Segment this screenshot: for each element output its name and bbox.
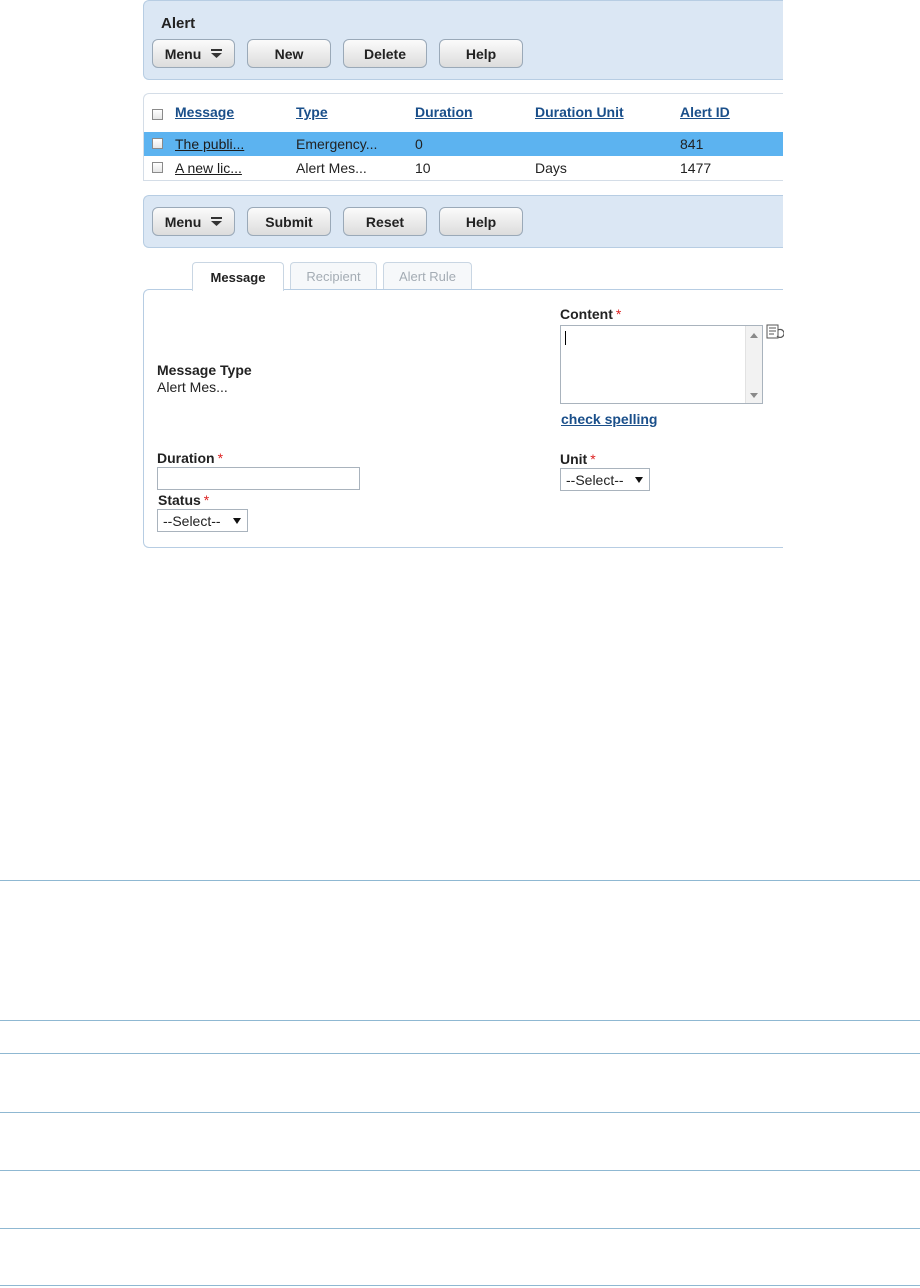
submit-button[interactable]: Submit <box>247 207 331 236</box>
menu-button[interactable]: Menu <box>152 207 235 236</box>
tab-message[interactable]: Message <box>192 262 284 291</box>
type-cell: Emergency... <box>296 136 378 152</box>
chevron-down-icon <box>233 518 241 524</box>
type-cell: Alert Mes... <box>296 160 367 176</box>
tab-recipient[interactable]: Recipient <box>290 262 377 290</box>
unit-label-text: Unit <box>560 451 588 467</box>
required-marker: * <box>217 450 224 466</box>
document-icon[interactable] <box>766 323 785 346</box>
menu-button-label: Menu <box>164 45 202 62</box>
menu-button-label: Menu <box>164 213 202 230</box>
help-button[interactable]: Help <box>439 207 523 236</box>
unit-select-value: --Select-- <box>566 471 624 488</box>
table-row[interactable]: A new lic... Alert Mes... 10 Days 1477 <box>144 156 783 181</box>
column-header-duration[interactable]: Duration <box>415 104 473 120</box>
message-link[interactable]: A new lic... <box>175 156 242 180</box>
status-select[interactable]: --Select-- <box>157 509 248 532</box>
table-row[interactable]: The publi... Emergency... 0 841 <box>144 132 783 156</box>
unit-select[interactable]: --Select-- <box>560 468 650 491</box>
status-select-value: --Select-- <box>163 512 221 529</box>
divider <box>0 1112 920 1113</box>
duration-cell: 0 <box>415 136 423 152</box>
tab-alert-rule[interactable]: Alert Rule <box>383 262 472 290</box>
row-checkbox[interactable] <box>152 138 163 149</box>
row-checkbox[interactable] <box>152 162 163 173</box>
column-header-type[interactable]: Type <box>296 104 328 120</box>
column-header-alert-id[interactable]: Alert ID <box>680 104 730 120</box>
duration-cell: 10 <box>415 160 431 176</box>
page-title: Alert <box>161 15 196 32</box>
message-form: Message Type Alert Mes... Content * check… <box>143 289 785 548</box>
menu-arrow-icon <box>211 49 223 58</box>
status-label-text: Status <box>158 492 201 508</box>
divider <box>0 1170 920 1171</box>
content-textarea[interactable] <box>560 325 763 404</box>
reset-button[interactable]: Reset <box>343 207 427 236</box>
duration-input[interactable] <box>157 467 360 490</box>
message-type-value: Alert Mes... <box>157 379 228 395</box>
alert-toolbar: Alert Menu New Delete Help <box>143 0 783 80</box>
content-label-text: Content <box>560 306 613 322</box>
help-button[interactable]: Help <box>439 39 523 68</box>
form-toolbar: Menu Submit Reset Help <box>143 195 783 248</box>
menu-arrow-icon <box>211 217 223 226</box>
required-marker: * <box>615 306 622 322</box>
status-label: Status * <box>158 492 209 508</box>
content-label: Content * <box>560 306 621 322</box>
column-header-duration-unit[interactable]: Duration Unit <box>535 104 624 120</box>
alert-grid: Message Type Duration Duration Unit Aler… <box>143 93 783 181</box>
alert-id-cell: 841 <box>680 136 704 152</box>
divider <box>0 1285 920 1286</box>
select-all-checkbox[interactable] <box>152 109 163 120</box>
scroll-arrows-icon <box>750 333 758 398</box>
check-spelling-link[interactable]: check spelling <box>561 411 657 427</box>
delete-button[interactable]: Delete <box>343 39 427 68</box>
message-link[interactable]: The publi... <box>175 132 244 156</box>
text-cursor <box>565 331 566 345</box>
unit-label: Unit * <box>560 451 596 467</box>
menu-button[interactable]: Menu <box>152 39 235 68</box>
required-marker: * <box>203 492 210 508</box>
duration-label: Duration * <box>157 450 223 466</box>
divider <box>0 1053 920 1054</box>
alert-id-cell: 1477 <box>680 160 712 176</box>
chevron-down-icon <box>635 477 643 483</box>
required-marker: * <box>590 451 596 467</box>
grid-header: Message Type Duration Duration Unit Aler… <box>144 94 783 132</box>
divider <box>0 1228 920 1229</box>
divider <box>0 880 920 881</box>
duration-unit-cell: Days <box>535 160 567 176</box>
column-header-message[interactable]: Message <box>175 104 234 120</box>
divider <box>0 1020 920 1021</box>
message-type-label: Message Type <box>157 362 252 378</box>
new-button[interactable]: New <box>247 39 331 68</box>
duration-label-text: Duration <box>157 450 215 466</box>
textarea-scrollbar[interactable] <box>745 326 762 403</box>
